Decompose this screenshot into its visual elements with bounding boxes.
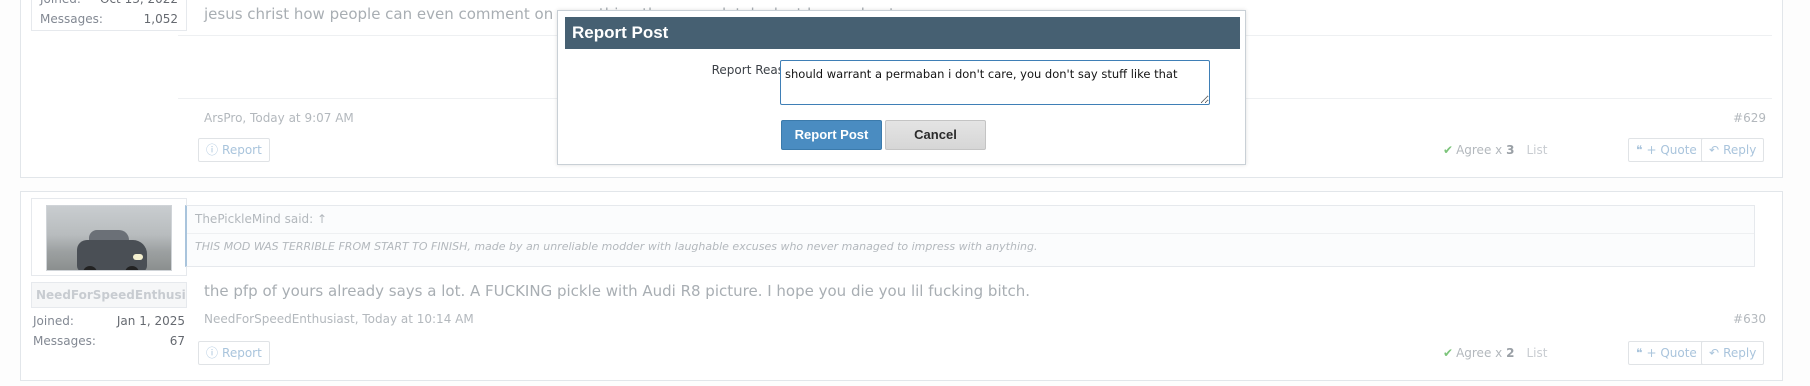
agree-summary[interactable]: ✔ Agree x 3 List: [1443, 143, 1547, 157]
messages-label: Messages:: [40, 12, 103, 26]
quote-icon: ❝: [1636, 143, 1643, 157]
username[interactable]: NeedForSpeedEnthusiast: [31, 282, 187, 308]
user-info: Joined: Oct 13, 2022 Messages: 1,052: [31, 0, 187, 31]
avatar-car-lamp: [133, 254, 143, 260]
report-button[interactable]: ⓘ Report: [198, 341, 270, 365]
author-time[interactable]: NeedForSpeedEnthusiast, Today at 10:14 A…: [204, 312, 474, 326]
messages-value: 1,052: [143, 12, 178, 26]
quote-label: + Quote: [1646, 346, 1697, 360]
joined-label: Joined:: [33, 314, 74, 328]
agree-summary[interactable]: ✔ Agree x 2 List: [1443, 346, 1547, 360]
check-icon: ✔: [1443, 143, 1454, 157]
dialog-title: Report Post: [565, 17, 1240, 49]
report-post-button[interactable]: Report Post: [781, 120, 882, 150]
quote-icon: ❝: [1636, 346, 1643, 360]
user-stats: Joined: Oct 13, 2022 Messages: 1,052: [31, 0, 187, 31]
author-time[interactable]: ArsPro, Today at 9:07 AM: [204, 111, 354, 125]
cancel-button[interactable]: Cancel: [885, 120, 986, 150]
info-circle-icon: ⓘ: [206, 346, 219, 360]
messages-row: Messages: 67: [33, 331, 185, 351]
list-link[interactable]: List: [1526, 143, 1547, 157]
report-label: Report: [222, 143, 262, 157]
reply-icon: ↶: [1709, 143, 1720, 157]
report-reason-input[interactable]: should warrant a permaban i don't care, …: [780, 60, 1210, 105]
avatar[interactable]: [46, 205, 172, 271]
info-circle-icon: ⓘ: [206, 143, 219, 157]
post-630: NeedForSpeedEnthusiast Joined: Jan 1, 20…: [20, 191, 1783, 381]
reply-button[interactable]: ↶ Reply: [1701, 341, 1765, 365]
reply-label: Reply: [1723, 143, 1757, 157]
user-stats: Joined: Jan 1, 2025 Messages: 67: [31, 308, 187, 354]
reply-button[interactable]: ↶ Reply: [1701, 138, 1765, 162]
report-post-dialog: Report Post Report Reason: should warran…: [557, 10, 1246, 165]
agree-text: Agree x: [1456, 346, 1503, 360]
check-icon: ✔: [1443, 346, 1454, 360]
quote-button[interactable]: ❝ + Quote: [1628, 341, 1705, 365]
messages-row: Messages: 1,052: [40, 9, 178, 29]
post-number[interactable]: #629: [1733, 111, 1766, 125]
messages-label: Messages:: [33, 334, 96, 348]
list-link[interactable]: List: [1526, 346, 1547, 360]
post-number[interactable]: #630: [1733, 312, 1766, 326]
avatar-box: [31, 198, 187, 276]
joined-row: Joined: Oct 13, 2022: [40, 0, 178, 9]
reply-label: Reply: [1723, 346, 1757, 360]
quote-button[interactable]: ❝ + Quote: [1628, 138, 1705, 162]
post-content: the pfp of yours already says a lot. A F…: [178, 192, 1772, 380]
forum-thread-page: Joined: Oct 13, 2022 Messages: 1,052 jes…: [0, 0, 1810, 386]
agree-text: Agree x: [1456, 143, 1503, 157]
joined-label: Joined:: [40, 0, 81, 9]
agree-count: 3: [1506, 143, 1515, 157]
user-info: NeedForSpeedEnthusiast Joined: Jan 1, 20…: [31, 198, 187, 354]
report-label: Report: [222, 346, 262, 360]
agree-count: 2: [1506, 346, 1515, 360]
joined-row: Joined: Jan 1, 2025: [33, 311, 185, 331]
joined-value: Oct 13, 2022: [100, 0, 178, 9]
message-text: the pfp of yours already says a lot. A F…: [204, 282, 1031, 300]
reply-icon: ↶: [1709, 346, 1720, 360]
report-button[interactable]: ⓘ Report: [198, 138, 270, 162]
quote-label: + Quote: [1646, 143, 1697, 157]
joined-value: Jan 1, 2025: [116, 314, 185, 328]
